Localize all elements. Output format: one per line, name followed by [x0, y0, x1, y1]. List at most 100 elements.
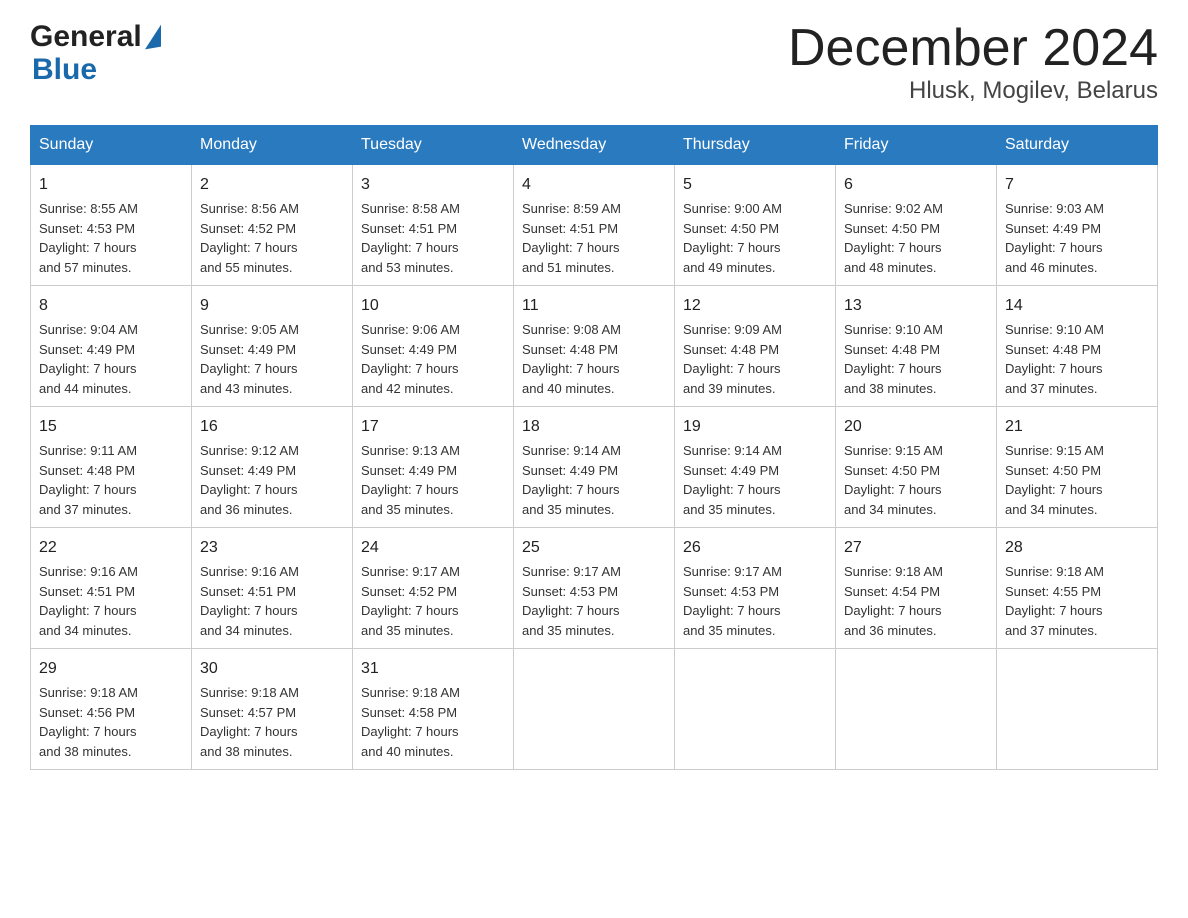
day-info: Sunrise: 9:13 AMSunset: 4:49 PMDaylight:…	[361, 443, 460, 517]
day-info: Sunrise: 9:15 AMSunset: 4:50 PMDaylight:…	[844, 443, 943, 517]
day-info: Sunrise: 9:04 AMSunset: 4:49 PMDaylight:…	[39, 322, 138, 396]
day-info: Sunrise: 9:08 AMSunset: 4:48 PMDaylight:…	[522, 322, 621, 396]
title-block: December 2024 Hlusk, Mogilev, Belarus	[788, 20, 1158, 105]
calendar-cell: 21 Sunrise: 9:15 AMSunset: 4:50 PMDaylig…	[997, 407, 1158, 528]
day-info: Sunrise: 9:14 AMSunset: 4:49 PMDaylight:…	[683, 443, 782, 517]
day-number: 22	[39, 536, 183, 560]
day-number: 26	[683, 536, 827, 560]
header-cell-sunday: Sunday	[31, 126, 192, 165]
day-number: 19	[683, 415, 827, 439]
day-info: Sunrise: 9:18 AMSunset: 4:54 PMDaylight:…	[844, 564, 943, 638]
calendar-week-2: 8 Sunrise: 9:04 AMSunset: 4:49 PMDayligh…	[31, 286, 1158, 407]
day-info: Sunrise: 8:55 AMSunset: 4:53 PMDaylight:…	[39, 201, 138, 275]
calendar-cell: 13 Sunrise: 9:10 AMSunset: 4:48 PMDaylig…	[836, 286, 997, 407]
day-number: 11	[522, 294, 666, 318]
day-number: 23	[200, 536, 344, 560]
day-number: 3	[361, 173, 505, 197]
day-number: 8	[39, 294, 183, 318]
day-info: Sunrise: 9:17 AMSunset: 4:53 PMDaylight:…	[522, 564, 621, 638]
header-cell-friday: Friday	[836, 126, 997, 165]
day-number: 31	[361, 657, 505, 681]
logo-arrow-icon	[145, 24, 161, 49]
calendar-cell: 31 Sunrise: 9:18 AMSunset: 4:58 PMDaylig…	[353, 649, 514, 770]
calendar-cell: 11 Sunrise: 9:08 AMSunset: 4:48 PMDaylig…	[514, 286, 675, 407]
logo-blue-text: Blue	[32, 53, 161, 86]
calendar-cell: 24 Sunrise: 9:17 AMSunset: 4:52 PMDaylig…	[353, 528, 514, 649]
calendar-cell: 3 Sunrise: 8:58 AMSunset: 4:51 PMDayligh…	[353, 165, 514, 286]
calendar-cell: 8 Sunrise: 9:04 AMSunset: 4:49 PMDayligh…	[31, 286, 192, 407]
day-info: Sunrise: 9:10 AMSunset: 4:48 PMDaylight:…	[844, 322, 943, 396]
day-info: Sunrise: 9:17 AMSunset: 4:52 PMDaylight:…	[361, 564, 460, 638]
logo-general-text: General	[30, 20, 142, 53]
day-info: Sunrise: 9:18 AMSunset: 4:56 PMDaylight:…	[39, 685, 138, 759]
day-number: 27	[844, 536, 988, 560]
calendar-cell: 22 Sunrise: 9:16 AMSunset: 4:51 PMDaylig…	[31, 528, 192, 649]
calendar-week-4: 22 Sunrise: 9:16 AMSunset: 4:51 PMDaylig…	[31, 528, 1158, 649]
day-info: Sunrise: 9:06 AMSunset: 4:49 PMDaylight:…	[361, 322, 460, 396]
calendar-cell: 14 Sunrise: 9:10 AMSunset: 4:48 PMDaylig…	[997, 286, 1158, 407]
calendar-cell: 25 Sunrise: 9:17 AMSunset: 4:53 PMDaylig…	[514, 528, 675, 649]
calendar-cell: 27 Sunrise: 9:18 AMSunset: 4:54 PMDaylig…	[836, 528, 997, 649]
day-info: Sunrise: 8:59 AMSunset: 4:51 PMDaylight:…	[522, 201, 621, 275]
day-info: Sunrise: 9:18 AMSunset: 4:58 PMDaylight:…	[361, 685, 460, 759]
calendar-cell: 17 Sunrise: 9:13 AMSunset: 4:49 PMDaylig…	[353, 407, 514, 528]
calendar-week-5: 29 Sunrise: 9:18 AMSunset: 4:56 PMDaylig…	[31, 649, 1158, 770]
day-info: Sunrise: 9:11 AMSunset: 4:48 PMDaylight:…	[39, 443, 137, 517]
day-info: Sunrise: 9:16 AMSunset: 4:51 PMDaylight:…	[39, 564, 138, 638]
day-info: Sunrise: 9:18 AMSunset: 4:57 PMDaylight:…	[200, 685, 299, 759]
day-info: Sunrise: 9:16 AMSunset: 4:51 PMDaylight:…	[200, 564, 299, 638]
day-info: Sunrise: 8:58 AMSunset: 4:51 PMDaylight:…	[361, 201, 460, 275]
day-info: Sunrise: 9:09 AMSunset: 4:48 PMDaylight:…	[683, 322, 782, 396]
calendar-cell	[836, 649, 997, 770]
day-number: 6	[844, 173, 988, 197]
page-title: December 2024	[788, 20, 1158, 77]
day-info: Sunrise: 9:17 AMSunset: 4:53 PMDaylight:…	[683, 564, 782, 638]
day-number: 4	[522, 173, 666, 197]
day-number: 29	[39, 657, 183, 681]
calendar-cell: 7 Sunrise: 9:03 AMSunset: 4:49 PMDayligh…	[997, 165, 1158, 286]
calendar-cell	[997, 649, 1158, 770]
calendar-cell: 5 Sunrise: 9:00 AMSunset: 4:50 PMDayligh…	[675, 165, 836, 286]
calendar-cell: 15 Sunrise: 9:11 AMSunset: 4:48 PMDaylig…	[31, 407, 192, 528]
calendar-cell: 29 Sunrise: 9:18 AMSunset: 4:56 PMDaylig…	[31, 649, 192, 770]
day-info: Sunrise: 9:18 AMSunset: 4:55 PMDaylight:…	[1005, 564, 1104, 638]
header-cell-wednesday: Wednesday	[514, 126, 675, 165]
day-info: Sunrise: 9:03 AMSunset: 4:49 PMDaylight:…	[1005, 201, 1104, 275]
day-info: Sunrise: 9:05 AMSunset: 4:49 PMDaylight:…	[200, 322, 299, 396]
day-info: Sunrise: 9:02 AMSunset: 4:50 PMDaylight:…	[844, 201, 943, 275]
calendar-cell: 2 Sunrise: 8:56 AMSunset: 4:52 PMDayligh…	[192, 165, 353, 286]
day-info: Sunrise: 9:14 AMSunset: 4:49 PMDaylight:…	[522, 443, 621, 517]
day-number: 9	[200, 294, 344, 318]
day-info: Sunrise: 8:56 AMSunset: 4:52 PMDaylight:…	[200, 201, 299, 275]
day-number: 7	[1005, 173, 1149, 197]
calendar-cell: 26 Sunrise: 9:17 AMSunset: 4:53 PMDaylig…	[675, 528, 836, 649]
header-cell-tuesday: Tuesday	[353, 126, 514, 165]
page-header: General Blue December 2024 Hlusk, Mogile…	[30, 20, 1158, 105]
header-cell-thursday: Thursday	[675, 126, 836, 165]
day-number: 5	[683, 173, 827, 197]
calendar-cell: 4 Sunrise: 8:59 AMSunset: 4:51 PMDayligh…	[514, 165, 675, 286]
day-number: 25	[522, 536, 666, 560]
calendar-cell: 28 Sunrise: 9:18 AMSunset: 4:55 PMDaylig…	[997, 528, 1158, 649]
day-number: 2	[200, 173, 344, 197]
calendar-week-1: 1 Sunrise: 8:55 AMSunset: 4:53 PMDayligh…	[31, 165, 1158, 286]
day-info: Sunrise: 9:12 AMSunset: 4:49 PMDaylight:…	[200, 443, 299, 517]
calendar-cell: 1 Sunrise: 8:55 AMSunset: 4:53 PMDayligh…	[31, 165, 192, 286]
header-row: SundayMondayTuesdayWednesdayThursdayFrid…	[31, 126, 1158, 165]
page-subtitle: Hlusk, Mogilev, Belarus	[788, 77, 1158, 105]
calendar-cell: 18 Sunrise: 9:14 AMSunset: 4:49 PMDaylig…	[514, 407, 675, 528]
day-number: 21	[1005, 415, 1149, 439]
logo: General Blue	[30, 20, 161, 86]
calendar-cell: 12 Sunrise: 9:09 AMSunset: 4:48 PMDaylig…	[675, 286, 836, 407]
day-number: 14	[1005, 294, 1149, 318]
day-number: 24	[361, 536, 505, 560]
day-number: 16	[200, 415, 344, 439]
calendar-cell	[675, 649, 836, 770]
calendar-table: SundayMondayTuesdayWednesdayThursdayFrid…	[30, 125, 1158, 770]
logo-general-line: General	[30, 20, 161, 53]
day-number: 13	[844, 294, 988, 318]
day-number: 15	[39, 415, 183, 439]
day-info: Sunrise: 9:15 AMSunset: 4:50 PMDaylight:…	[1005, 443, 1104, 517]
day-number: 28	[1005, 536, 1149, 560]
day-number: 30	[200, 657, 344, 681]
